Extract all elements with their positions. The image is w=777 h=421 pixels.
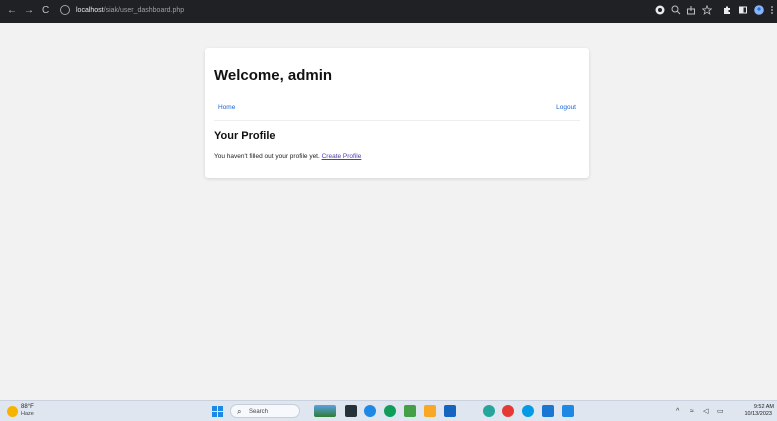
welcome-title: Welcome, admin xyxy=(214,67,333,84)
taskbar-search-box[interactable]: ⌕ Search xyxy=(230,404,300,418)
menu-dots-icon[interactable] xyxy=(769,5,775,15)
nav-divider xyxy=(214,120,580,121)
site-info-icon[interactable] xyxy=(60,5,70,15)
profile-avatar-icon[interactable] xyxy=(754,5,764,15)
address-bar[interactable]: localhost/siak/user_dashboard.php xyxy=(76,5,184,16)
profile-message-text: You haven't filled out your profile yet. xyxy=(214,153,320,160)
chrome-logo-icon[interactable] xyxy=(655,5,665,15)
reload-icon[interactable]: C xyxy=(42,4,49,18)
chat-icon[interactable] xyxy=(364,405,376,417)
city-widget-icon[interactable] xyxy=(314,405,336,417)
side-panel-icon[interactable] xyxy=(738,5,748,15)
home-link[interactable]: Home xyxy=(218,103,235,112)
clock-time[interactable]: 9:52 AM xyxy=(742,404,774,411)
bookmark-star-icon[interactable] xyxy=(702,5,712,15)
url-path: /siak/user_dashboard.php xyxy=(103,7,185,14)
create-profile-link[interactable]: Create Profile xyxy=(322,153,362,160)
dashboard-card: Welcome, admin Home Logout Your Profile … xyxy=(205,48,589,178)
mail-app-icon[interactable] xyxy=(542,405,554,417)
weather-condition[interactable]: Haze xyxy=(21,411,34,418)
file-explorer-icon[interactable] xyxy=(424,405,436,417)
share-icon[interactable] xyxy=(686,5,696,15)
volume-icon[interactable]: ◁ xyxy=(703,407,708,416)
clock-date[interactable]: 10/13/2023 xyxy=(736,411,772,418)
vscode-app-icon[interactable] xyxy=(562,405,574,417)
url-host: localhost xyxy=(76,7,104,14)
zoom-icon[interactable] xyxy=(671,5,681,15)
browser-app-icon[interactable] xyxy=(502,405,514,417)
chrome-app-icon[interactable] xyxy=(384,405,396,417)
forward-arrow-icon[interactable]: → xyxy=(24,4,34,18)
back-arrow-icon[interactable]: ← xyxy=(7,4,17,18)
edge-app-icon[interactable] xyxy=(522,405,534,417)
browser-toolbar: ← → C localhost/siak/user_dashboard.php xyxy=(0,0,777,23)
search-icon: ⌕ xyxy=(237,407,242,416)
task-view-icon[interactable] xyxy=(345,405,357,417)
profile-message: You haven't filled out your profile yet.… xyxy=(214,152,361,161)
taskbar: 88°F Haze ⌕ Search ^ ≈ ◁ ▭ 9:52 AM 10/13… xyxy=(0,400,777,421)
editor-app-icon[interactable] xyxy=(404,405,416,417)
messaging-app-icon[interactable] xyxy=(483,405,495,417)
search-label: Search xyxy=(249,409,269,415)
battery-icon[interactable]: ▭ xyxy=(717,407,724,416)
show-hidden-icons-chevron-icon[interactable]: ^ xyxy=(676,407,679,416)
weather-temperature[interactable]: 88°F xyxy=(21,404,34,411)
windows-start-icon[interactable] xyxy=(212,406,223,417)
extensions-icon[interactable] xyxy=(722,5,732,15)
profile-heading: Your Profile xyxy=(214,130,276,142)
wifi-icon[interactable]: ≈ xyxy=(690,407,694,416)
weather-sun-icon[interactable] xyxy=(7,406,18,417)
store-app-icon[interactable] xyxy=(444,405,456,417)
logout-link[interactable]: Logout xyxy=(556,103,576,112)
